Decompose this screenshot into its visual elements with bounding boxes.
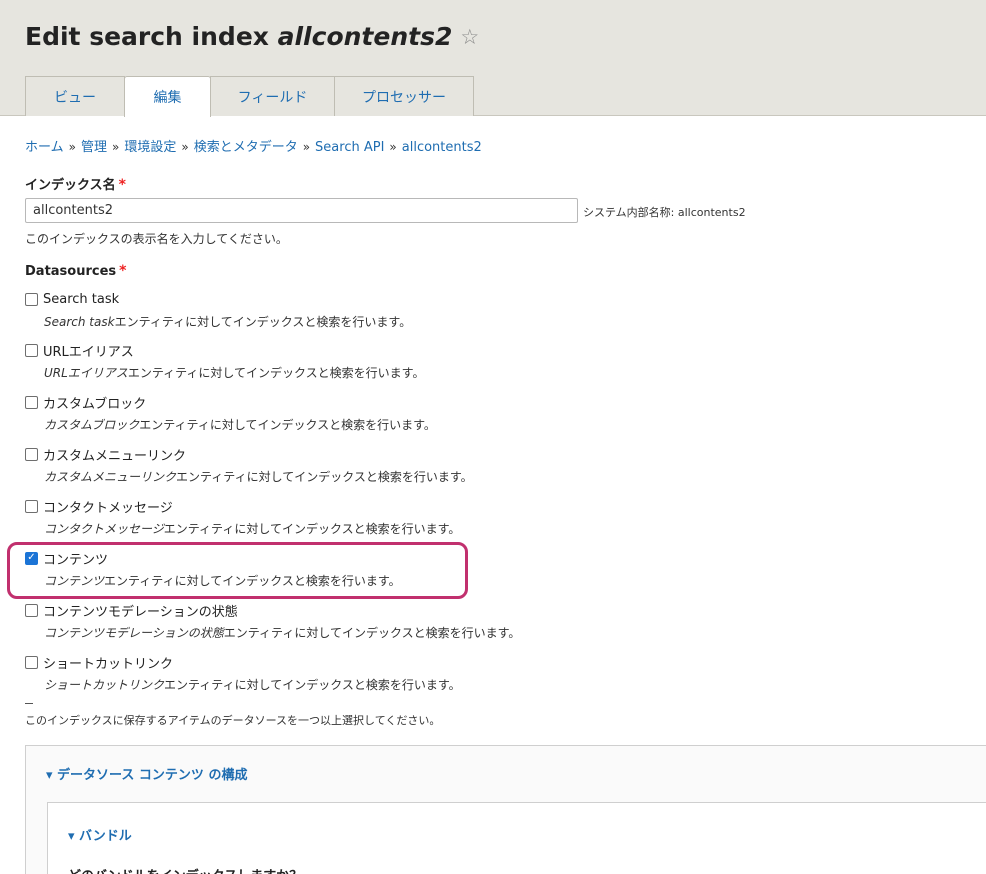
datasource-title[interactable]: カスタムメニューリンク [43,445,186,464]
datasource-shortcut-link: ショートカットリンク ショートカットリンクエンティティに対してインデックスと検索… [25,653,461,693]
datasource-search-task: Search task Search taskエンティティに対してインデックスと… [25,290,411,330]
breadcrumb-separator: » [181,140,189,154]
datasource-contact-message: コンタクトメッセージ コンタクトメッセージエンティティに対してインデックスと検索… [25,497,460,537]
datasource-description: Search taskエンティティに対してインデックスと検索を行います。 [44,313,411,330]
datasource-url-alias: URLエイリアス URLエイリアスエンティティに対してインデックスと検索を行いま… [25,341,424,381]
page-title-index-name: allcontents2 [277,22,453,51]
breadcrumb-separator: » [111,140,120,154]
index-name-input[interactable] [25,198,578,223]
breadcrumb-separator: » [389,140,397,154]
page-title-prefix: Edit search index [25,22,278,51]
datasource-custom-block: カスタムブロック カスタムブロックエンティティに対してインデックスと検索を行いま… [25,393,436,433]
page-title: Edit search index allcontents2 ☆ [25,22,479,51]
index-name-label-text: インデックス名 [25,178,116,193]
datasource-description-emphasis: コンテンツモデレーションの状態 [44,626,224,640]
datasource-title[interactable]: ショートカットリンク [43,653,173,672]
datasource-description-text: エンティティに対してインデックスと検索を行います。 [163,522,461,536]
datasource-description: ショートカットリンクエンティティに対してインデックスと検索を行います。 [44,676,461,693]
checkbox[interactable] [25,447,38,461]
datasource-description: カスタムメニューリンクエンティティに対してインデックスと検索を行います。 [44,468,473,485]
breadcrumb-item-config[interactable]: 環境設定 [124,140,176,155]
datasource-description: URLエイリアスエンティティに対してインデックスと検索を行います。 [44,364,424,381]
index-name-description: このインデックスの表示名を入力してください。 [25,232,288,246]
datasource-description-emphasis: コンタクトメッセージ [44,522,164,536]
tab-processors[interactable]: プロセッサー [334,76,474,116]
required-mark: * [118,177,126,193]
datasource-title[interactable]: Search task [43,292,119,307]
checkbox[interactable] [25,343,38,357]
breadcrumb-item-search-api[interactable]: Search API [315,140,384,155]
datasource-description-emphasis: Search task [44,315,115,329]
breadcrumb-separator: » [302,140,311,154]
breadcrumb-separator: » [68,140,76,154]
datasource-title[interactable]: URLエイリアス [43,341,134,360]
checkbox[interactable] [25,395,38,409]
datasource-config-summary[interactable]: ▾ データソース コンテンツ の構成 [46,764,247,783]
datasources-label-text: Datasources [25,264,117,279]
datasource-content-moderation-state: コンテンツモデレーションの状態 コンテンツモデレーションの状態エンティティに対し… [25,601,520,641]
datasource-description-text: エンティティに対してインデックスと検索を行います。 [139,418,436,432]
tab-edit[interactable]: 編集 [124,76,211,117]
datasource-description-emphasis: カスタムブロック [44,418,140,432]
datasource-description-text: エンティティに対してインデックスと検索を行います。 [127,366,425,380]
datasource-custom-menu-link: カスタムメニューリンク カスタムメニューリンクエンティティに対してインデックスと… [25,445,473,485]
divider [25,703,33,704]
checkbox[interactable] [25,655,38,669]
checkbox[interactable] [25,499,38,513]
star-outline-icon[interactable]: ☆ [460,25,479,49]
datasource-title[interactable]: カスタムブロック [43,393,146,412]
breadcrumb: ホーム » 管理 » 環境設定 » 検索とメタデータ » Search API » allconte… [25,136,482,155]
datasource-config-fieldset: ▾ データソース コンテンツ の構成 ▾ バンドル どのバンドルをインデックスし… [25,745,986,874]
datasource-description-text: エンティティに対してインデックスと検索を行います。 [114,315,412,329]
datasource-description-text: エンティティに対してインデックスと検索を行います。 [164,678,461,692]
page-header: Edit search index allcontents2 ☆ ビュー 編集 フ… [0,0,986,117]
datasource-description-text: エンティティに対してインデックスと検索を行います。 [223,626,521,640]
breadcrumb-item-home[interactable]: ホーム [25,140,64,155]
checkbox[interactable] [25,603,38,617]
datasource-description-emphasis: URLエイリアス [44,366,128,380]
datasource-description: コンテンツモデレーションの状態エンティティに対してインデックスと検索を行います。 [44,624,520,641]
machine-name: システム内部名称: allcontents2 [583,206,746,219]
breadcrumb-item-index[interactable]: allcontents2 [402,140,482,155]
datasource-description-emphasis: カスタムメニューリンク [44,470,177,484]
checkbox[interactable] [25,292,38,306]
datasources-description: このインデックスに保存するアイテムのデータソースを一つ以上選択してください。 [25,714,441,727]
datasource-description: コンタクトメッセージエンティティに対してインデックスと検索を行います。 [44,520,460,537]
datasource-description-emphasis: ショートカットリンク [44,678,165,692]
breadcrumb-item-search-metadata[interactable]: 検索とメタデータ [194,140,298,155]
tab-fields[interactable]: フィールド [210,76,335,116]
bundle-summary[interactable]: ▾ バンドル [68,825,132,844]
required-mark: * [119,263,127,279]
datasource-title[interactable]: コンタクトメッセージ [43,497,173,516]
bundle-fieldset: ▾ バンドル どのバンドルをインデックスしますか？ [47,802,986,874]
tab-view[interactable]: ビュー [25,76,125,116]
datasource-title[interactable]: コンテンツモデレーションの状態 [43,601,238,620]
primary-tabs: ビュー 編集 フィールド プロセッサー [25,76,474,117]
datasource-description-text: エンティティに対してインデックスと検索を行います。 [176,470,473,484]
datasource-description: カスタムブロックエンティティに対してインデックスと検索を行います。 [44,416,436,433]
highlight-box [7,542,468,599]
breadcrumb-item-admin[interactable]: 管理 [81,140,107,155]
bundle-question-label: どのバンドルをインデックスしますか？ [68,865,302,874]
index-name-label: インデックス名 * [25,174,126,193]
datasources-label: Datasources * [25,263,126,279]
